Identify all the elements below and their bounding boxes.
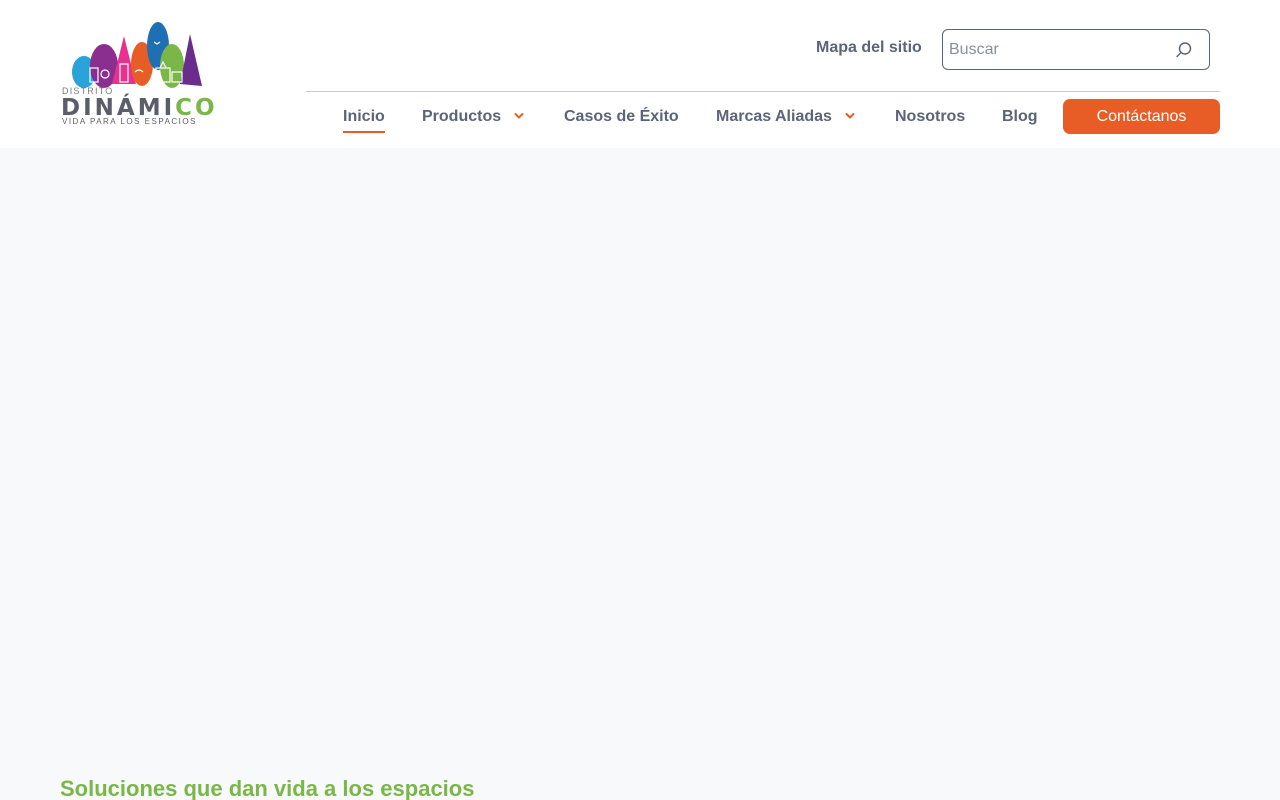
search-box	[942, 29, 1210, 70]
nav-item-nosotros[interactable]: Nosotros	[895, 107, 965, 127]
chevron-down-icon[interactable]	[513, 110, 525, 122]
brand-logo[interactable]: DISTRITO DINÁMICO VIDA PARA LOS ESPACIOS	[60, 20, 216, 130]
search-icon[interactable]	[1174, 40, 1194, 60]
hero-area	[0, 148, 1280, 748]
logo-illustration-icon	[72, 22, 202, 88]
site-header: DISTRITO DINÁMICO VIDA PARA LOS ESPACIOS…	[0, 0, 1280, 148]
logo-tagline: VIDA PARA LOS ESPACIOS	[62, 117, 197, 126]
nav-item-blog[interactable]: Blog	[1002, 107, 1038, 127]
section-title: Soluciones que dan vida a los espacios	[60, 776, 475, 800]
search-input[interactable]	[949, 30, 1169, 69]
nav-active-underline	[343, 131, 385, 133]
chevron-down-icon[interactable]	[844, 110, 856, 122]
header-divider	[306, 91, 1220, 92]
nav-item-inicio[interactable]: Inicio	[343, 107, 385, 127]
contact-button[interactable]: Contáctanos	[1063, 99, 1220, 134]
nav-item-productos[interactable]: Productos	[422, 107, 501, 127]
sitemap-link[interactable]: Mapa del sitio	[816, 39, 922, 57]
nav-item-casos-de-exito[interactable]: Casos de Éxito	[564, 107, 679, 127]
nav-item-marcas-aliadas[interactable]: Marcas Aliadas	[716, 107, 832, 127]
